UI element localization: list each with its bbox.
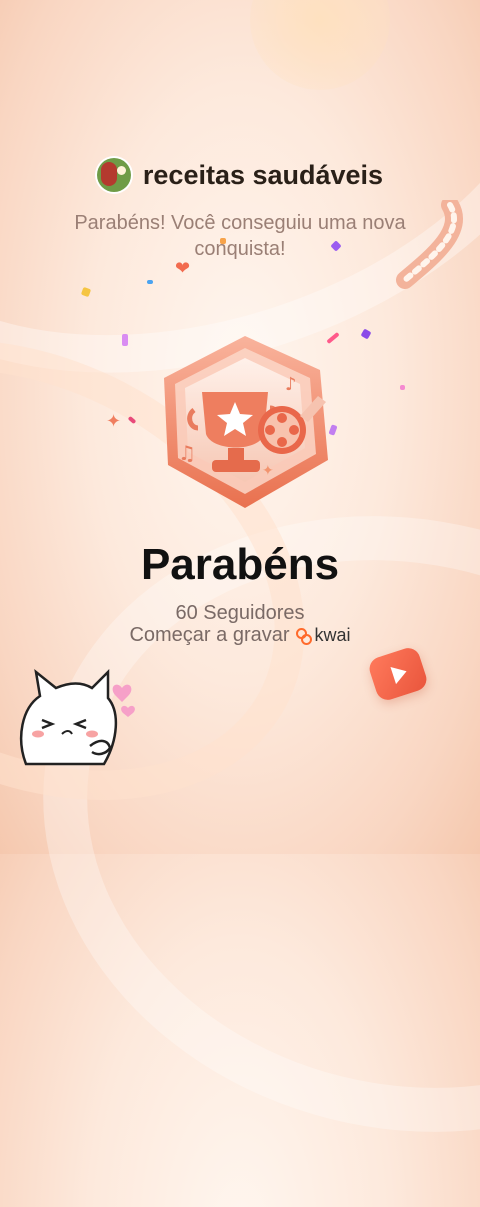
kwai-brand-text: kwai	[314, 625, 351, 645]
svg-text:♫: ♫	[178, 441, 196, 465]
confetti-piece	[220, 238, 226, 244]
followers-count: 60 Seguidores	[175, 602, 305, 624]
confetti-piece	[147, 280, 153, 284]
heart-icon: ❤	[175, 258, 191, 278]
film-strip-icon	[396, 200, 463, 289]
achievement-message: Parabéns! Você conseguiu uma nova conqui…	[74, 212, 406, 260]
channel-header: receitas saudáveis	[0, 158, 480, 192]
confetti-piece	[122, 334, 128, 346]
kwai-logo: kwai	[295, 625, 351, 646]
background-glow	[250, 0, 390, 90]
confetti-piece	[400, 385, 405, 390]
congrats-title: Parabéns	[140, 540, 340, 589]
sparkle-icon: ✦	[106, 411, 122, 431]
confetti-piece	[127, 415, 137, 425]
start-recording-link[interactable]: Começar a gravar kwai	[0, 624, 480, 647]
svg-text:✦: ✦	[262, 463, 274, 479]
confetti-piece	[360, 328, 372, 340]
svg-text:♪: ♪	[285, 374, 297, 395]
kwai-logo-icon	[295, 627, 312, 645]
play-icon[interactable]	[366, 645, 430, 703]
trophy-film-badge-icon: ♫ ♪ ✦	[164, 336, 328, 508]
avatar[interactable]	[96, 158, 131, 192]
start-recording-label[interactable]: Começar a gravar	[129, 624, 289, 647]
cat-sticker-icon	[19, 668, 135, 766]
confetti-piece	[80, 286, 92, 298]
channel-name[interactable]: receitas saudáveis	[143, 160, 383, 191]
